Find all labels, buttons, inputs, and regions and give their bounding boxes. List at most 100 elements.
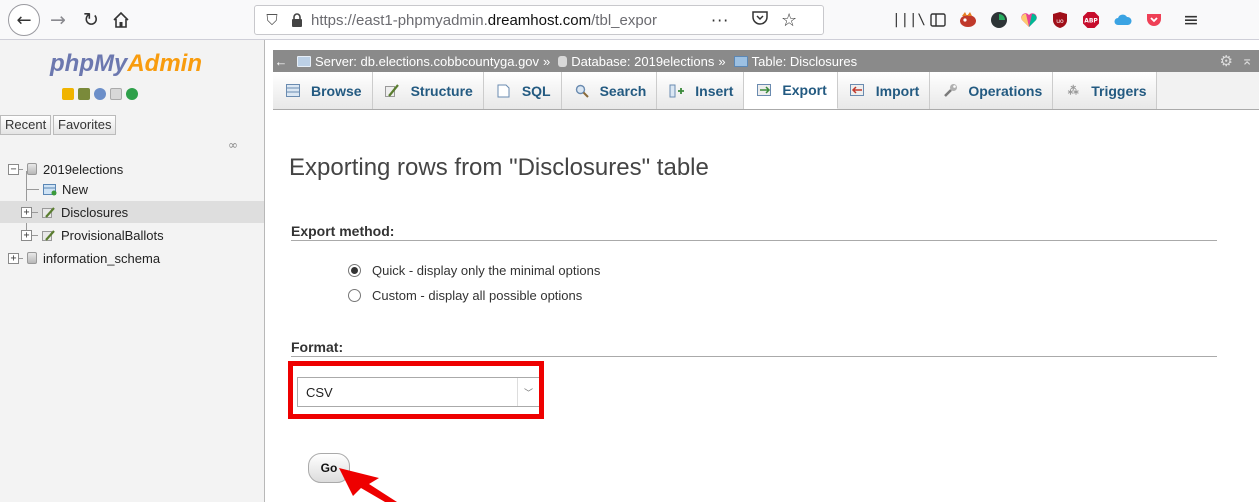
tab-operations[interactable]: Operations bbox=[930, 72, 1054, 109]
tab-triggers[interactable]: ⁂ Triggers bbox=[1053, 72, 1158, 109]
tree-connector bbox=[32, 211, 38, 213]
url-text[interactable]: https://east1-phpmyadmin.dreamhost.com/t… bbox=[311, 12, 731, 29]
tree-connector bbox=[19, 168, 23, 170]
tab-label: Browse bbox=[311, 82, 362, 99]
custom-option-label[interactable]: Custom - display all possible options bbox=[372, 288, 582, 303]
library-icon[interactable]: |||\ bbox=[892, 9, 926, 31]
address-bar[interactable]: ⛉ https://east1-phpmyadmin.dreamhost.com… bbox=[254, 5, 824, 35]
page-actions-menu-button[interactable]: ··· bbox=[711, 11, 729, 30]
breadcrumb-table-label: Table: Disclosures bbox=[751, 53, 858, 69]
settings-gear-icon[interactable]: ⚙ bbox=[1220, 52, 1233, 70]
tab-sql[interactable]: SQL bbox=[483, 72, 562, 109]
insert-icon bbox=[669, 84, 685, 98]
collapse-header-icon[interactable]: ⌅ bbox=[1241, 52, 1253, 69]
expand-toggle[interactable]: + bbox=[21, 229, 32, 241]
phpmyadmin-logo[interactable]: phpMyAdmin bbox=[50, 50, 202, 78]
extension-dark-circle-icon[interactable] bbox=[988, 9, 1010, 31]
quick-option-label[interactable]: Quick - display only the minimal options bbox=[372, 263, 600, 278]
extension-hedgehog-icon[interactable] bbox=[957, 9, 979, 31]
tab-search[interactable]: Search bbox=[561, 72, 658, 109]
tab-structure[interactable]: Structure bbox=[372, 72, 484, 109]
table-tabs: Browse Structure SQL Search Insert Expor… bbox=[273, 72, 1259, 110]
tree-item-new[interactable]: New bbox=[0, 178, 264, 200]
expand-toggle[interactable]: + bbox=[8, 252, 19, 264]
logo-php: php bbox=[50, 50, 94, 77]
export-icon bbox=[756, 83, 772, 97]
breadcrumb-separator: » bbox=[718, 53, 726, 69]
pocket-icon[interactable] bbox=[751, 10, 769, 31]
tree-item-label: 2019elections bbox=[43, 161, 124, 177]
link-with-main-panel-icon[interactable]: ∞ bbox=[228, 138, 238, 152]
database-icon bbox=[558, 55, 568, 67]
expand-toggle[interactable]: + bbox=[21, 206, 32, 218]
sql-icon bbox=[496, 84, 512, 98]
tab-browse[interactable]: Browse bbox=[273, 72, 373, 109]
recent-tables-tab[interactable]: Recent bbox=[0, 115, 52, 135]
bookmark-star-icon[interactable]: ☆ bbox=[781, 10, 797, 31]
home-icon[interactable] bbox=[62, 88, 74, 100]
tree-item-disclosures[interactable]: + Disclosures bbox=[0, 201, 264, 223]
breadcrumb-server[interactable]: Server: db.elections.cobbcountyga.gov » bbox=[289, 54, 550, 69]
export-method-quick-option[interactable]: Quick - display only the minimal options bbox=[348, 263, 600, 278]
home-button[interactable] bbox=[108, 7, 134, 33]
tab-import[interactable]: Import bbox=[837, 72, 931, 109]
lock-icon[interactable] bbox=[287, 13, 307, 27]
breadcrumb-database-label: Database: 2019elections bbox=[571, 53, 715, 69]
breadcrumb-table[interactable]: Table: Disclosures bbox=[726, 53, 858, 69]
export-method-heading: Export method: bbox=[291, 223, 395, 239]
extension-heart-icon[interactable] bbox=[1018, 9, 1040, 31]
logout-icon[interactable] bbox=[78, 88, 90, 100]
tree-item-2019elections[interactable]: − 2019elections bbox=[0, 158, 264, 180]
breadcrumb-database[interactable]: Database: 2019elections » bbox=[550, 53, 726, 69]
documentation-icon[interactable] bbox=[110, 88, 122, 100]
help-icon[interactable] bbox=[94, 88, 106, 100]
wrench-icon bbox=[942, 84, 958, 98]
logo-my: My bbox=[93, 50, 128, 77]
adblock-plus-icon[interactable]: ABP bbox=[1080, 9, 1102, 31]
navigation-panel: phpMyAdmin Recent Favorites ∞ − 2019elec… bbox=[0, 40, 265, 502]
tab-label: Triggers bbox=[1091, 82, 1147, 99]
logo-admin: Admin bbox=[127, 50, 202, 77]
export-method-custom-option[interactable]: Custom - display all possible options bbox=[348, 288, 582, 303]
forward-button[interactable]: → bbox=[45, 7, 71, 33]
table-structure-icon bbox=[42, 229, 56, 242]
favorite-tables-tab[interactable]: Favorites bbox=[53, 115, 117, 135]
sidebar-toggle-icon[interactable] bbox=[927, 9, 949, 31]
tab-label: Export bbox=[782, 82, 827, 98]
tab-label: Import bbox=[875, 82, 920, 99]
tab-insert[interactable]: Insert bbox=[657, 72, 745, 109]
server-icon bbox=[297, 55, 311, 67]
tree-connector bbox=[27, 188, 39, 190]
reload-icon: ↻ bbox=[83, 9, 99, 31]
quick-links bbox=[62, 88, 138, 100]
main-content: Exporting rows from "Disclosures" table … bbox=[273, 111, 1259, 502]
custom-radio[interactable] bbox=[348, 289, 361, 302]
browse-icon bbox=[285, 84, 301, 98]
tab-export[interactable]: Export bbox=[744, 72, 838, 109]
section-divider bbox=[291, 240, 1217, 241]
breadcrumb: ← Server: db.elections.cobbcountyga.gov … bbox=[273, 50, 1259, 72]
ublock-origin-icon[interactable]: uo bbox=[1049, 9, 1071, 31]
save-to-pocket-icon[interactable] bbox=[1143, 9, 1165, 31]
reload-navigation-icon[interactable] bbox=[126, 88, 138, 100]
tab-label: SQL bbox=[521, 82, 551, 99]
collapse-toggle[interactable]: − bbox=[8, 163, 19, 175]
url-domain: dreamhost.com bbox=[487, 11, 592, 29]
back-arrow-icon: ← bbox=[16, 9, 32, 31]
breadcrumb-separator: » bbox=[543, 53, 551, 69]
url-path: /tbl_expor bbox=[591, 11, 658, 29]
tree-item-provisionalballots[interactable]: + ProvisionalBallots bbox=[0, 224, 264, 246]
collapse-navigation-button[interactable]: ← bbox=[273, 54, 289, 69]
reload-button[interactable]: ↻ bbox=[78, 7, 104, 33]
home-icon bbox=[113, 11, 129, 28]
tracking-protection-shield-icon[interactable]: ⛉ bbox=[261, 11, 283, 29]
tree-item-label: New bbox=[62, 181, 89, 197]
tab-label: Insert bbox=[695, 82, 734, 99]
tree-item-information-schema[interactable]: + information_schema bbox=[0, 247, 264, 269]
database-icon bbox=[27, 163, 37, 175]
back-button[interactable]: ← bbox=[8, 4, 40, 36]
cloud-extension-icon[interactable] bbox=[1112, 9, 1134, 31]
tree-item-label: Disclosures bbox=[61, 204, 129, 220]
quick-radio[interactable] bbox=[348, 264, 361, 277]
hamburger-menu-icon[interactable]: ≡ bbox=[1180, 9, 1202, 31]
